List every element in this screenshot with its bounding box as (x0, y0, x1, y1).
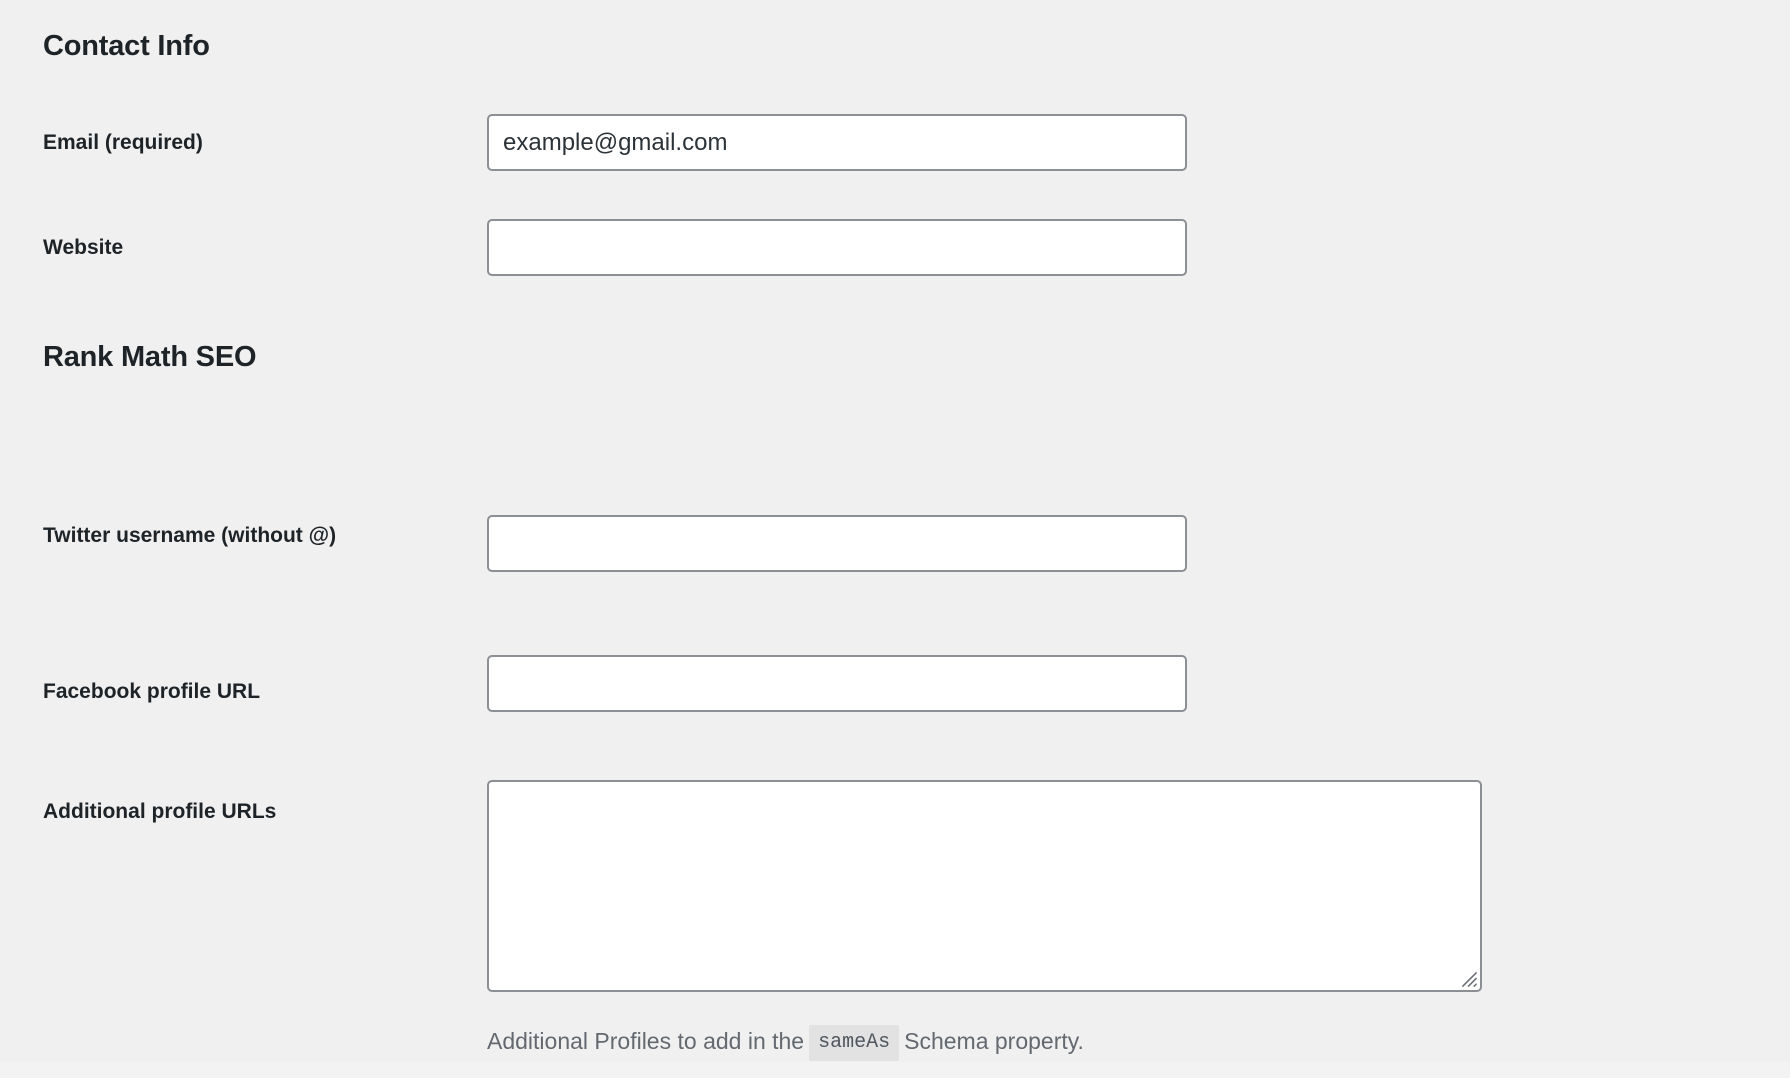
field-label-website: Website (43, 236, 124, 259)
textarea-wrapper (487, 780, 1482, 992)
field-control-website (487, 219, 1187, 276)
field-control-additional-profile-urls (487, 780, 1482, 992)
additional-profile-urls-textarea[interactable] (487, 780, 1482, 992)
page-bottom-strip (0, 1062, 1790, 1078)
additional-profile-urls-help-text: Additional Profiles to add in the sameAs S… (487, 1025, 1084, 1061)
help-text-before: Additional Profiles to add in the (487, 1028, 805, 1054)
section-heading-rank-math-seo: Rank Math SEO (43, 341, 257, 373)
section-heading-contact-info: Contact Info (43, 30, 210, 62)
email-input[interactable] (487, 114, 1187, 171)
help-text-after: Schema property. (904, 1028, 1084, 1054)
field-control-twitter-username (487, 515, 1187, 572)
code-chip-sameas: sameAs (809, 1025, 900, 1061)
field-control-email (487, 114, 1187, 171)
field-label-facebook-profile-url: Facebook profile URL (43, 680, 261, 703)
user-profile-form-page: Contact Info Email (required) Website Ra… (0, 0, 1790, 1078)
field-control-facebook-profile-url (487, 655, 1187, 712)
facebook-profile-url-input[interactable] (487, 655, 1187, 712)
field-label-additional-profile-urls: Additional profile URLs (43, 800, 277, 823)
field-label-email: Email (required) (43, 131, 203, 154)
website-input[interactable] (487, 219, 1187, 276)
field-label-twitter-username: Twitter username (without @) (43, 524, 337, 547)
twitter-username-input[interactable] (487, 515, 1187, 572)
